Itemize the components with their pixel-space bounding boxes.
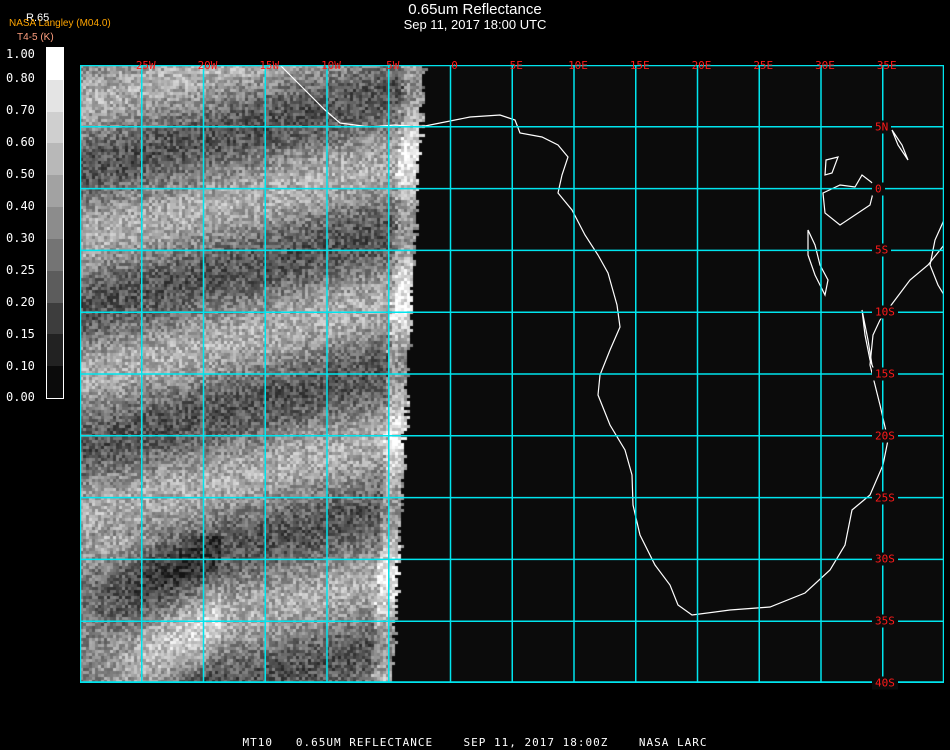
colorbar-band [47, 175, 63, 208]
colorbar-tick-label: 0.20 [6, 295, 35, 309]
footer-caption: MT10 0.65UM REFLECTANCE SEP 11, 2017 18:… [242, 736, 708, 749]
chart-title: 0.65um Reflectance [408, 1, 542, 18]
longitude-label: 0 [451, 59, 458, 72]
graticule [80, 65, 944, 683]
latitude-label: 10S [872, 305, 898, 319]
org-label: NASA Langley (M04.0) [9, 18, 111, 29]
colorbar-band [47, 366, 63, 398]
africa-west-coast [419, 114, 944, 616]
colorbar-tick-label: 0.40 [6, 199, 35, 213]
colorbar-band [47, 111, 63, 144]
colorbar-tick-label: 0.00 [6, 390, 35, 404]
satellite-map [80, 65, 944, 683]
longitude-label: 20W [197, 59, 218, 72]
colorbar-tick-label: 0.10 [6, 359, 35, 373]
longitude-label: 10E [568, 59, 588, 72]
colorbar-tick-label: 0.15 [6, 327, 35, 341]
lake-victoria [822, 174, 876, 226]
lake-turkana [891, 129, 909, 161]
longitude-label: 25E [753, 59, 774, 72]
colorbar-band [47, 270, 63, 303]
colorbar-band [47, 79, 63, 112]
latitude-label: 20S [872, 429, 898, 443]
colorbar-tick-label: 0.80 [6, 71, 35, 85]
latitude-label: 40S [872, 676, 898, 690]
colorbar-band [47, 334, 63, 367]
colorbar-band [47, 302, 63, 335]
colorbar-tick-label: 0.30 [6, 231, 35, 245]
colorbar-band [47, 48, 63, 80]
longitude-label: 20E [691, 59, 712, 72]
coastline-grid-layer [80, 65, 944, 683]
latitude-label: 5N [872, 120, 892, 134]
latitude-label: 15S [872, 367, 898, 381]
colorbar-tick-label: 0.70 [6, 103, 35, 117]
colorbar-band [47, 238, 63, 271]
coastline [279, 65, 944, 616]
colorbar [46, 47, 64, 399]
longitude-label: 5E [509, 59, 523, 72]
latitude-label: 35S [872, 614, 898, 628]
colorbar-tick-label: 1.00 [6, 47, 35, 61]
colorbar-tick-label: 0.50 [6, 167, 35, 181]
latitude-label: 0 [872, 182, 885, 196]
longitude-label: 30E [815, 59, 835, 72]
lake-albert [824, 156, 839, 176]
latitude-label: 25S [872, 491, 898, 505]
longitude-label: 15W [259, 59, 280, 72]
latitude-label: 30S [872, 552, 898, 566]
longitude-label: 35E [876, 59, 897, 72]
longitude-label: 25W [135, 59, 156, 72]
lake-tanganyika [807, 229, 829, 297]
unit-label: T4-5 (K) [17, 32, 54, 43]
west-africa-coast [279, 65, 421, 128]
longitude-label: 10W [321, 59, 341, 72]
chart-subtitle: Sep 11, 2017 18:00 UTC [403, 17, 547, 32]
colorbar-band [47, 207, 63, 239]
colorbar-band [47, 143, 63, 176]
colorbar-tick-label: 0.60 [6, 135, 35, 149]
longitude-label: 5W [386, 59, 400, 72]
latitude-label: 5S [872, 243, 892, 257]
longitude-label: 15E [629, 59, 650, 72]
madagascar [929, 219, 944, 296]
colorbar-tick-label: 0.25 [6, 263, 35, 277]
